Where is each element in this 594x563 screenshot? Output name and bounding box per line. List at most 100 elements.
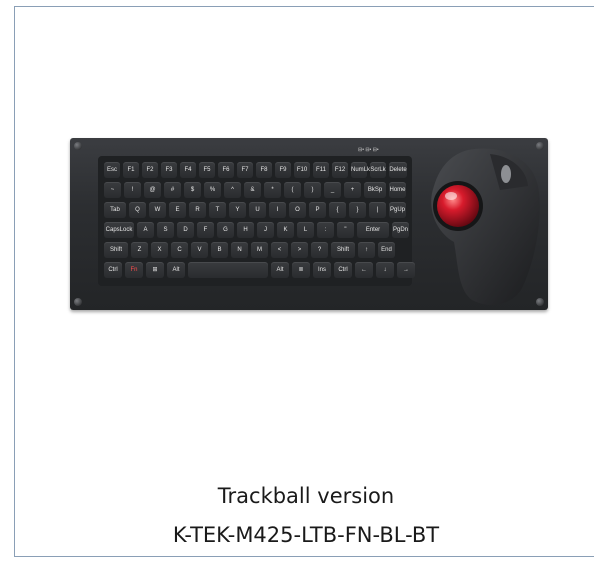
- keyboard-key: (: [284, 182, 301, 198]
- key-row-qwerty: Tab Q W E R T Y U I O P{} | PgUp: [104, 202, 406, 218]
- keyboard-key: NumLk: [351, 162, 370, 178]
- keyboard-key: F9: [275, 162, 291, 178]
- keyboard-key: *: [264, 182, 281, 198]
- trackball-mouse: [431, 148, 540, 305]
- keyboard-key: A: [137, 222, 154, 238]
- keyboard-key: $: [184, 182, 201, 198]
- keyboard-key: Esc: [104, 162, 120, 178]
- keyboard-key: PgUp: [389, 202, 406, 218]
- keyboard-key: P: [309, 202, 326, 218]
- keyboard-key: F: [197, 222, 214, 238]
- keyboard-key: O: [289, 202, 306, 218]
- key-row-bottom: Ctrl Fn ⊞ Alt Alt ≣ Ins Ctrl ← ↓ →: [104, 262, 415, 278]
- keyboard-key: X: [151, 242, 168, 258]
- keyboard-key: F6: [218, 162, 234, 178]
- keyboard-key: :: [317, 222, 334, 238]
- keyboard-key: R: [189, 202, 206, 218]
- keyboard-key: [188, 262, 268, 278]
- key-row-shift: Shift Z X C V B N M < >? Shift ↑ End: [104, 242, 395, 258]
- keyboard-key: @: [144, 182, 161, 198]
- keyboard-key: ←: [355, 262, 373, 278]
- led-indicators: ⊟• ⊟• ⊟•: [358, 147, 379, 153]
- keyboard-key: Alt: [271, 262, 289, 278]
- keyboard-key: J: [257, 222, 274, 238]
- keyboard-key: End: [378, 242, 395, 258]
- keyboard-key: {: [329, 202, 346, 218]
- keyboard-key: L: [297, 222, 314, 238]
- keyboard-key: F4: [180, 162, 196, 178]
- keyboard-key: BkSp: [364, 182, 386, 198]
- keyboard-key: H: [237, 222, 254, 238]
- keyboard-key: S: [157, 222, 174, 238]
- keyboard-key: M: [251, 242, 268, 258]
- keyboard-key: F1: [123, 162, 139, 178]
- key-row-number: ~! @ # $% ^ & *() _ + BkSp Home: [104, 182, 406, 198]
- keyboard-key: |: [369, 202, 386, 218]
- key-row-function: Esc F1 F2 F3 F4 F5 F6 F7 F8 F9 F10 F11 F12 NumLk ScrLk…: [104, 162, 407, 178]
- keyboard-key: &: [244, 182, 261, 198]
- keyboard-key: Delete: [389, 162, 407, 178]
- keyboard-key: CapsLock: [104, 222, 134, 238]
- keyboard-key: ": [337, 222, 354, 238]
- keyboard-key: →: [397, 262, 415, 278]
- keyboard-key: ~: [104, 182, 121, 198]
- key-row-home: CapsLock A S D F G H J K L: " Enter PgDn: [104, 222, 409, 238]
- keyboard-key: V: [191, 242, 208, 258]
- keyboard-key: Z: [131, 242, 148, 258]
- keyboard-key: <: [271, 242, 288, 258]
- keyboard-key: PgDn: [392, 222, 409, 238]
- keyboard-key: B: [211, 242, 228, 258]
- keyboard-key: Fn: [125, 262, 143, 278]
- keyboard-key: G: [217, 222, 234, 238]
- keyboard-key: E: [169, 202, 186, 218]
- keyboard-key: Alt: [167, 262, 185, 278]
- keyboard-key: F12: [332, 162, 348, 178]
- keyboard-key: Enter: [357, 222, 389, 238]
- keyboard-key: I: [269, 202, 286, 218]
- keyboard-key: ^: [224, 182, 241, 198]
- keyboard-key: !: [124, 182, 141, 198]
- keyboard-key: F3: [161, 162, 177, 178]
- keyboard-key: F7: [237, 162, 253, 178]
- keyboard-key: U: [249, 202, 266, 218]
- keyboard-key: ≣: [292, 262, 310, 278]
- keyboard-key: Shift: [104, 242, 128, 258]
- keyboard-key: +: [344, 182, 361, 198]
- keyboard-key: }: [349, 202, 366, 218]
- keyboard-key: Y: [229, 202, 246, 218]
- keyboard-key: ↓: [376, 262, 394, 278]
- keyboard-key: #: [164, 182, 181, 198]
- keyboard-key: F8: [256, 162, 272, 178]
- keyboard-key: >: [291, 242, 308, 258]
- keyboard-key: %: [204, 182, 221, 198]
- keyboard-key: D: [177, 222, 194, 238]
- keyboard-key: _: [324, 182, 341, 198]
- keyboard-key: Tab: [104, 202, 126, 218]
- ball-highlight: [445, 192, 457, 200]
- keyboard: Esc F1 F2 F3 F4 F5 F6 F7 F8 F9 F10 F11 F12 NumLk ScrLk…: [98, 156, 415, 286]
- keyboard-key: C: [171, 242, 188, 258]
- keyboard-key: Home: [389, 182, 406, 198]
- scroll-wheel: [501, 165, 511, 183]
- keyboard-key: F11: [313, 162, 329, 178]
- keyboard-key: F10: [294, 162, 310, 178]
- keyboard-key: N: [231, 242, 248, 258]
- screw-icon: [74, 142, 82, 150]
- keyboard-key: F2: [142, 162, 158, 178]
- caption-line2: K-TEK-M425-LTB-FN-BL-BT: [172, 523, 440, 547]
- keyboard-key: ): [304, 182, 321, 198]
- keyboard-key: Ctrl: [334, 262, 352, 278]
- caption-line1: Trackball version: [217, 484, 395, 508]
- keyboard-key: Q: [129, 202, 146, 218]
- keyboard-key: T: [209, 202, 226, 218]
- keyboard-key: ⊞: [146, 262, 164, 278]
- screw-icon: [74, 298, 82, 306]
- keyboard-key: W: [149, 202, 166, 218]
- keyboard-key: Ctrl: [104, 262, 122, 278]
- keyboard-key: ScrLk: [370, 162, 386, 178]
- keyboard-key: Ins: [313, 262, 331, 278]
- keyboard-key: ?: [311, 242, 328, 258]
- trackball-ball: [437, 185, 479, 227]
- keyboard-key: K: [277, 222, 294, 238]
- keyboard-key: ↑: [358, 242, 375, 258]
